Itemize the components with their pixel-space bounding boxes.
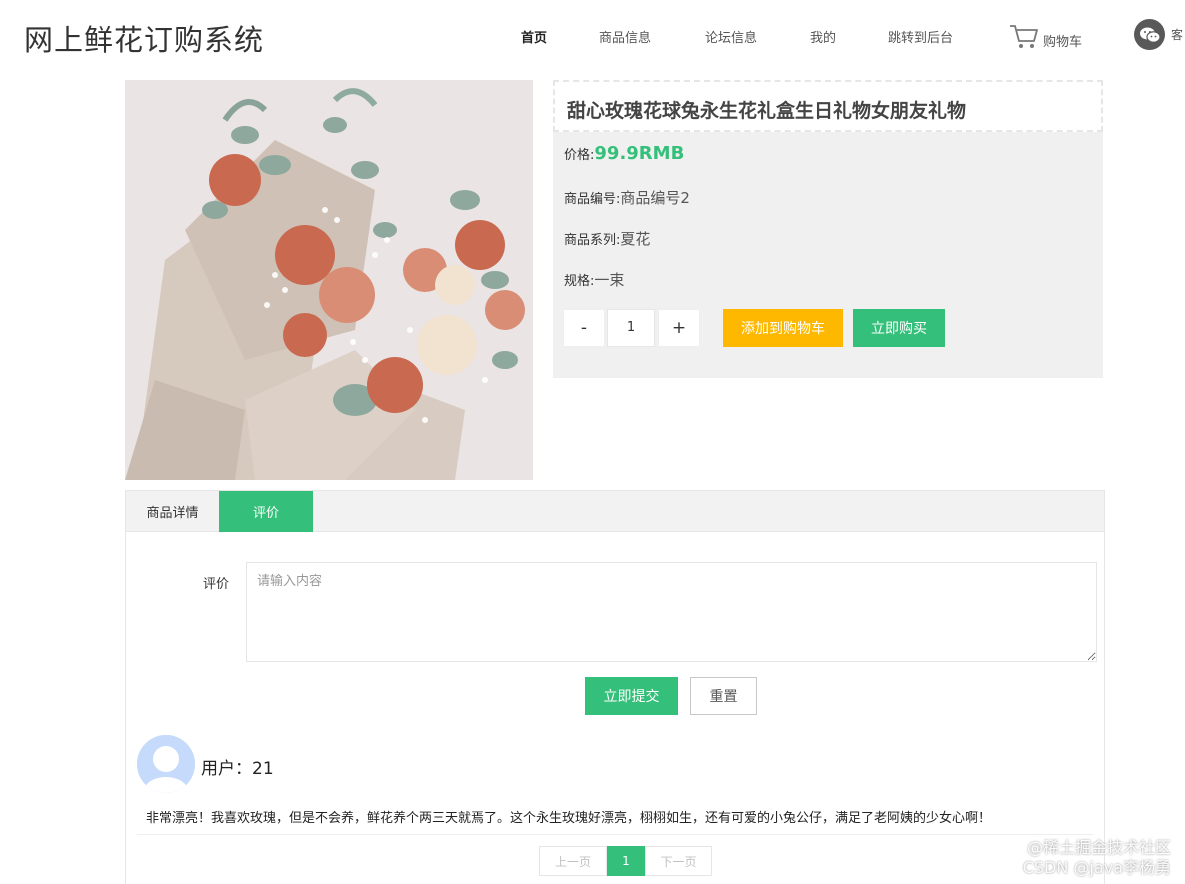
tab-reviews[interactable]: 评价 [219, 491, 313, 532]
watermark: @稀土掘金技术社区 CSDN @java李杨勇 [1023, 838, 1171, 878]
product-title-box: 甜心玫瑰花球兔永生花礼盒生日礼物女朋友礼物 [553, 80, 1103, 132]
service-label: 客 [1171, 28, 1184, 42]
tab-product-details[interactable]: 商品详情 [126, 491, 219, 532]
series-label: 商品系列: [564, 233, 621, 248]
shopping-cart-icon [1010, 25, 1038, 48]
pagination: 上一页 1 下一页 [539, 846, 712, 876]
quantity-input[interactable]: 1 [607, 309, 655, 347]
add-to-cart-button[interactable]: 添加到购物车 [723, 309, 843, 347]
spec-value: 一束 [594, 271, 625, 289]
header: 网上鲜花订购系统 首页 商品信息 论坛信息 我的 跳转到后台 购物车 客 [0, 0, 1185, 72]
nav-forum[interactable]: 论坛信息 [705, 27, 757, 46]
nav-mine[interactable]: 我的 [810, 27, 836, 46]
review-label: 评价 [203, 577, 230, 592]
nav-home[interactable]: 首页 [521, 27, 547, 46]
cart-link[interactable]: 购物车 [1009, 20, 1082, 50]
price-row: 价格: 99.9RMB [564, 143, 684, 164]
customer-service[interactable]: 客 [1134, 19, 1183, 50]
submit-review-button[interactable]: 立即提交 [585, 677, 678, 715]
tabs-container: 商品详情 评价 评价 立即提交 重置 用户：21 非常漂亮！我喜欢玫瑰，但是不会… [125, 490, 1105, 884]
product-image [125, 80, 533, 480]
wechat-icon [1134, 19, 1165, 50]
avatar [137, 735, 195, 793]
cart-label: 购物车 [1043, 35, 1083, 50]
series-row: 商品系列: 夏花 [564, 228, 650, 249]
watermark-line2: CSDN @java李杨勇 [1022, 858, 1171, 877]
product-info-panel: 甜心玫瑰花球兔永生花礼盒生日礼物女朋友礼物 价格: 99.9RMB 商品编号: … [553, 80, 1103, 378]
current-page[interactable]: 1 [607, 846, 645, 876]
prev-page-button[interactable]: 上一页 [539, 846, 607, 876]
price-label: 价格: [564, 148, 595, 163]
next-page-button[interactable]: 下一页 [645, 846, 712, 876]
nav-products[interactable]: 商品信息 [599, 27, 651, 46]
spec-row: 规格: 一束 [564, 269, 624, 290]
reset-button[interactable]: 重置 [690, 677, 757, 715]
tab-bar: 商品详情 评价 [126, 491, 1104, 532]
code-label: 商品编号: [564, 192, 621, 207]
code-row: 商品编号: 商品编号2 [564, 187, 690, 208]
nav-admin[interactable]: 跳转到后台 [888, 27, 953, 46]
comment-user: 用户：21 [201, 759, 274, 779]
quantity-plus-button[interactable]: + [658, 309, 700, 347]
quantity-minus-button[interactable]: - [563, 309, 605, 347]
review-textarea[interactable] [246, 562, 1097, 662]
comment-text: 非常漂亮！我喜欢玫瑰，但是不会养，鲜花养个两三天就焉了。这个永生玫瑰好漂亮，栩栩… [146, 811, 992, 826]
code-value: 商品编号2 [620, 189, 690, 207]
spec-label: 规格: [564, 274, 595, 289]
buy-now-button[interactable]: 立即购买 [853, 309, 945, 347]
watermark-line1: @稀土掘金技术社区 [1026, 838, 1171, 857]
product-title: 甜心玫瑰花球兔永生花礼盒生日礼物女朋友礼物 [567, 100, 967, 122]
divider [137, 834, 1093, 835]
main-nav: 首页 商品信息 论坛信息 我的 跳转到后台 [0, 27, 1185, 47]
price-value: 99.9RMB [594, 143, 685, 164]
series-value: 夏花 [620, 230, 651, 248]
